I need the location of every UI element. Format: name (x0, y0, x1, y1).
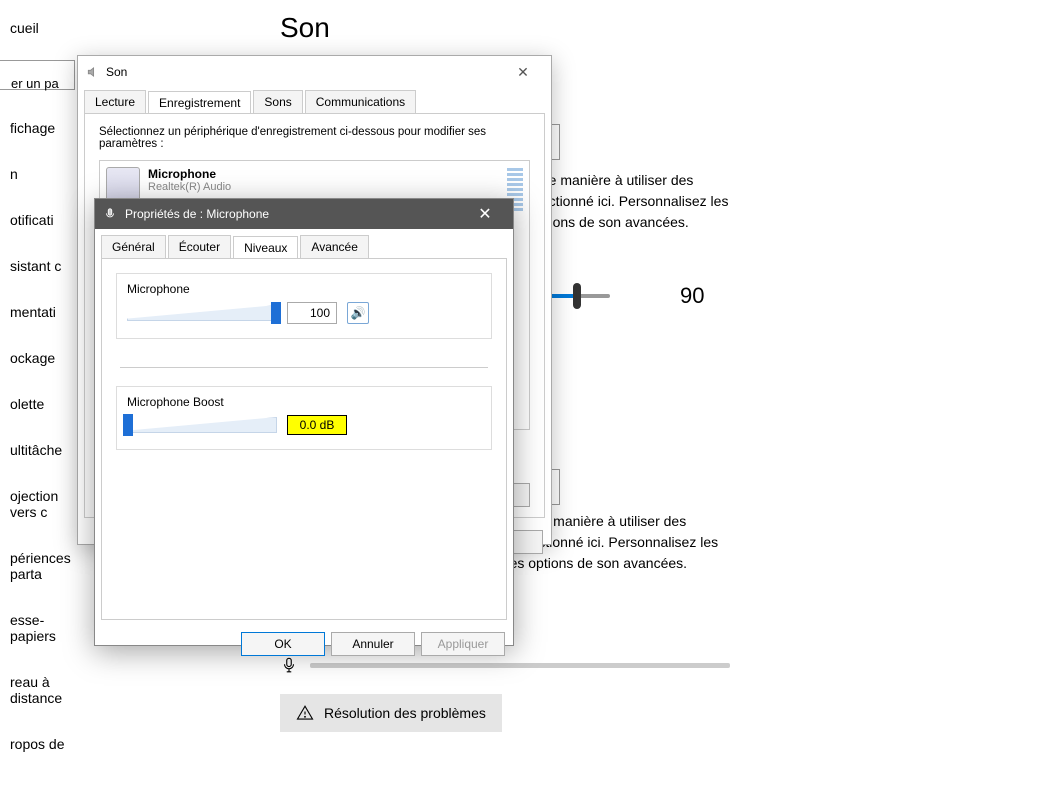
mic-dialog-footer: OK Annuler Appliquer (95, 628, 513, 664)
sidebar-item[interactable]: ockage (0, 342, 75, 374)
separator (120, 367, 488, 368)
microphone-icon (103, 207, 117, 221)
text-line: s de manière à utiliser des (530, 172, 693, 188)
sidebar-search-input[interactable]: er un pa (0, 60, 75, 90)
device-driver: Realtek(R) Audio (148, 181, 231, 193)
mic-level-slider[interactable] (127, 303, 277, 323)
boost-label: Microphone Boost (127, 395, 481, 409)
close-button[interactable]: ✕ (465, 204, 505, 224)
tab-communications[interactable]: Communications (305, 90, 416, 113)
mic-level-thumb[interactable] (271, 302, 281, 324)
text-line: options de son avancées. (530, 214, 689, 230)
dialog-titlebar[interactable]: Son ✕ (78, 56, 551, 88)
tab-general[interactable]: Général (101, 235, 166, 258)
tab-playback[interactable]: Lecture (84, 90, 146, 113)
close-button[interactable]: ✕ (503, 64, 543, 81)
sidebar-item[interactable]: esse-papiers (0, 604, 75, 652)
mic-dialog-tabs: Général Écouter Niveaux Avancée (95, 235, 513, 258)
microphone-properties-dialog: Propriétés de : Microphone ✕ Général Éco… (94, 198, 514, 646)
text-line: électionné ici. Personnalisez les (530, 193, 728, 209)
tab-recording[interactable]: Enregistrement (148, 91, 251, 114)
sound-dialog-tabs: Lecture Enregistrement Sons Communicatio… (78, 90, 551, 113)
static-text: s de manière à utiliser des électionné i… (530, 170, 980, 233)
apply-button[interactable]: Appliquer (421, 632, 505, 656)
sidebar-item[interactable]: ojection vers c (0, 480, 75, 528)
dialog-titlebar[interactable]: Propriétés de : Microphone ✕ (95, 199, 513, 229)
troubleshoot-button[interactable]: Résolution des problèmes (280, 694, 502, 732)
sidebar-item[interactable]: reau à distance (0, 666, 75, 714)
sidebar-item[interactable]: n (0, 158, 75, 190)
boost-value: 0.0 dB (287, 415, 347, 435)
sidebar-item[interactable]: ultitâche (0, 434, 75, 466)
sidebar-item[interactable]: otificati (0, 204, 75, 236)
troubleshoot-label: Résolution des problèmes (324, 705, 486, 721)
sidebar-home[interactable]: cueil (0, 20, 75, 44)
volume-value: 90 (680, 283, 704, 309)
warning-icon (296, 704, 314, 722)
ok-button[interactable]: OK (241, 632, 325, 656)
boost-slider-thumb[interactable] (123, 414, 133, 436)
dialog-title: Propriétés de : Microphone (125, 207, 269, 221)
sidebar-item[interactable]: périences parta (0, 542, 75, 590)
speaker-icon (86, 65, 100, 79)
sidebar-item[interactable]: olette (0, 388, 75, 420)
dialog-title: Son (106, 65, 127, 79)
instruction-text: Sélectionnez un périphérique d'enregistr… (99, 126, 530, 150)
volume-slider-thumb[interactable] (573, 283, 581, 309)
microphone-boost-group: Microphone Boost 0.0 dB (116, 386, 492, 450)
tab-advanced[interactable]: Avancée (300, 235, 368, 258)
boost-slider[interactable] (127, 415, 277, 435)
mic-level-value[interactable] (287, 302, 337, 324)
mic-level-label: Microphone (127, 282, 481, 296)
sidebar-item[interactable]: mentati (0, 296, 75, 328)
tab-sounds[interactable]: Sons (253, 90, 302, 113)
device-name: Microphone (148, 167, 231, 181)
tab-levels[interactable]: Niveaux (233, 236, 298, 259)
sidebar-item[interactable]: ropos de (0, 728, 75, 760)
page-title: Son (280, 12, 1041, 44)
tab-listen[interactable]: Écouter (168, 235, 231, 258)
mute-toggle-button[interactable]: 🔊 (347, 302, 369, 324)
sidebar-item[interactable]: sistant c (0, 250, 75, 282)
microphone-level-group: Microphone 🔊 (116, 273, 492, 339)
sidebar-item[interactable]: fichage (0, 120, 75, 144)
levels-tab-body: Microphone 🔊 Microphone Boost 0.0 dB (101, 258, 507, 620)
cancel-button[interactable]: Annuler (331, 632, 415, 656)
